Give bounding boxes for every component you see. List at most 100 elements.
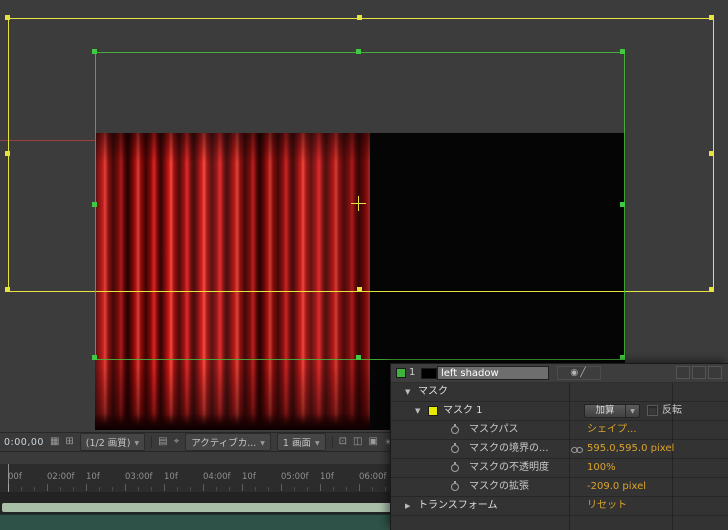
snapshot-icon[interactable] [174,437,180,447]
pixel-aspect-icon[interactable] [339,437,347,447]
ruler-tick [138,487,139,491]
current-time-indicator[interactable] [8,464,9,492]
layer-handle[interactable] [92,202,97,207]
ruler-tick [229,487,230,491]
ruler-tick [125,484,126,491]
ruler-tick [320,484,321,491]
ruler-tick [242,484,243,491]
view-layout-select[interactable]: 1 画面 [277,433,326,451]
mask-handle[interactable] [709,15,714,20]
ruler-tick [164,484,165,491]
magnification-select[interactable]: (1/2 画質) [80,433,145,451]
mask-handle[interactable] [709,151,714,156]
mask-handle[interactable] [5,15,10,20]
layer-name-field[interactable]: left shadow [437,366,549,380]
switch-box[interactable] [708,366,722,379]
mask-group-label: マスク [418,383,448,401]
property-row-mask-opacity[interactable]: マスクの不透明度 100% [391,459,728,478]
ruler-tick [359,484,360,491]
ruler-label: 03:00f [125,472,153,482]
ruler-tick [177,487,178,491]
stopwatch-icon[interactable] [451,426,459,434]
timeline-button-icon[interactable] [368,437,377,447]
property-value[interactable]: シェイプ... [587,421,637,439]
layer-row[interactable]: 1 left shadow ◉╱ [391,364,728,383]
ruler-tick [333,487,334,491]
layer-handle[interactable] [92,355,97,360]
ruler-label: 10f [86,472,100,482]
toolbar-divider [151,436,152,448]
mask1-label: マスク 1 [443,402,483,420]
after-effects-workspace: 0:00,00 (1/2 画質) アクティブカ... 1 画面 +0.0 00f… [0,0,728,530]
ruler-tick [385,487,386,491]
property-value[interactable]: 595.0,595.0 pixel [587,440,674,458]
stopwatch-icon[interactable] [451,483,459,491]
stopwatch-icon[interactable] [451,464,459,472]
layer-thumbnail [421,368,437,379]
ruler-tick [99,487,100,491]
mask-handle[interactable] [709,287,714,292]
timecode-display[interactable]: 0:00,00 [4,437,44,448]
property-name: マスクの境界の... [469,440,549,458]
property-value[interactable]: -209.0 pixel [587,478,646,496]
mask1-row[interactable]: マスク 1 加算 反転 [391,402,728,421]
layer-handle[interactable] [620,49,625,54]
ruler-tick [73,487,74,491]
magnification-label: (1/2 画質) [86,435,131,449]
choose-grid-icon[interactable] [65,437,73,447]
ruler-tick [86,484,87,491]
disclosure-triangle-icon[interactable] [415,402,420,420]
mask-handle[interactable] [357,287,362,292]
property-name: マスクの不透明度 [469,459,549,477]
timeline-properties-panel: 1 left shadow ◉╱ マスク マスク 1 加算 反転 マスクパス シ… [390,363,728,530]
ruler-tick [151,487,152,491]
mask-handle[interactable] [357,15,362,20]
transform-reset[interactable]: リセット [587,497,627,515]
region-of-interest-icon[interactable] [158,437,167,447]
mask-mode-dropdown[interactable]: 加算 [584,404,640,418]
stopwatch-icon[interactable] [451,445,459,453]
transform-group-row[interactable]: トランスフォーム リセット [391,497,728,516]
ruler-label: 00f [8,472,22,482]
disclosure-triangle-icon[interactable] [405,497,410,515]
layer-handle[interactable] [356,355,361,360]
ruler-tick [112,487,113,491]
layer-switches[interactable]: ◉╱ [557,366,601,380]
ruler-label: 02:00f [47,472,75,482]
layer-handle[interactable] [92,49,97,54]
mask-mode-value: 加算 [585,405,625,417]
switch-box[interactable] [676,366,690,379]
property-row-mask-path[interactable]: マスクパス シェイプ... [391,421,728,440]
switch-box[interactable] [692,366,706,379]
disclosure-triangle-icon[interactable] [405,383,410,401]
layer-handle[interactable] [620,355,625,360]
ruler-label: 06:00f [359,472,387,482]
camera-select[interactable]: アクティブカ... [185,433,271,451]
ruler-label: 10f [164,472,178,482]
layer-index: 1 [409,364,415,382]
transform-label: トランスフォーム [418,497,498,515]
property-value[interactable]: 100% [587,459,616,477]
toolbar-divider [332,436,333,448]
fast-preview-icon[interactable] [353,437,362,447]
mask-handle[interactable] [5,287,10,292]
link-dimensions-icon[interactable] [571,447,584,454]
property-row-mask-expansion[interactable]: マスクの拡張 -209.0 pixel [391,478,728,497]
layer-handle[interactable] [356,49,361,54]
ruler-tick [21,487,22,491]
layer-handle[interactable] [620,202,625,207]
invert-checkbox[interactable] [647,405,658,416]
layer-color-swatch[interactable] [396,368,406,378]
ruler-tick [47,484,48,491]
layer-bounding-box[interactable] [95,52,625,360]
camera-label: アクティブカ... [191,435,256,449]
ruler-label: 05:00f [281,472,309,482]
mask-handle[interactable] [5,151,10,156]
property-row-mask-feather[interactable]: マスクの境界の... 595.0,595.0 pixel [391,440,728,459]
grid-icon[interactable] [50,437,59,447]
view-layout-label: 1 画面 [283,435,311,449]
chevron-down-icon [260,437,265,448]
mask-group-row[interactable]: マスク [391,383,728,402]
ruler-tick [34,487,35,491]
mask-color-swatch[interactable] [428,406,438,416]
